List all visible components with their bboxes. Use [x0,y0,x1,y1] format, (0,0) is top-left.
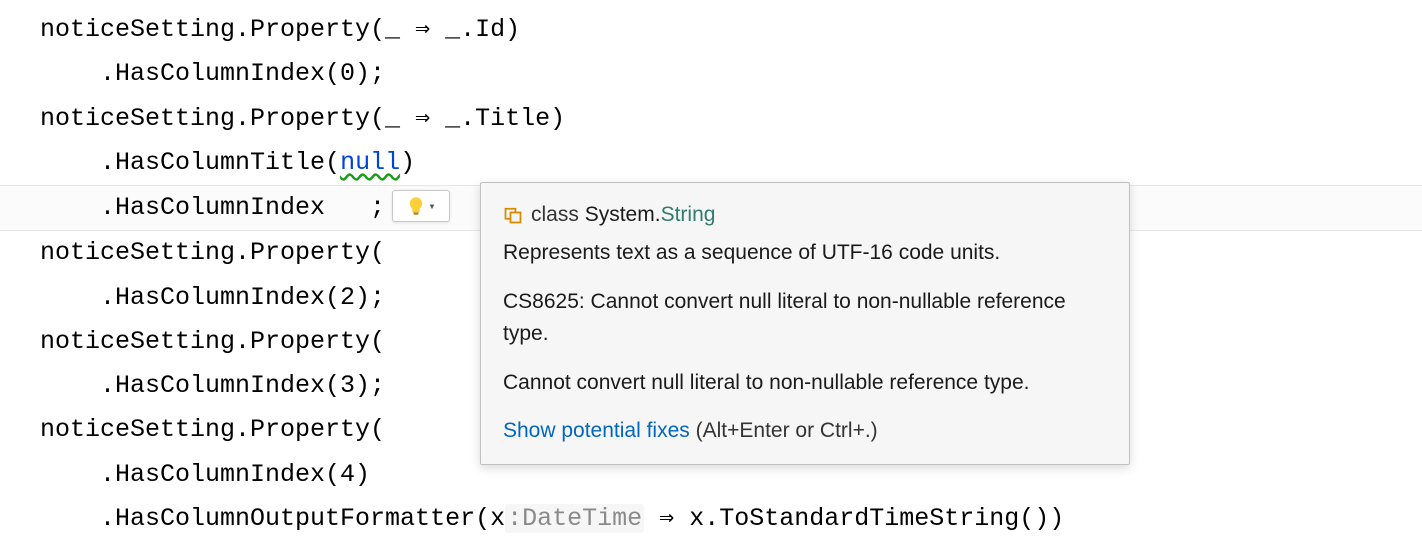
code-text: .HasColumnIndex(3); [40,371,385,400]
namespace-text: System. [585,203,661,226]
lambda-arrow: ⇒ [659,504,674,533]
code-text: noticeSetting.Property(_ [40,104,415,133]
quick-actions-lightbulb[interactable]: ▾ [392,190,450,222]
show-fixes-link[interactable]: Show potential fixes [503,419,690,442]
fixes-shortcut-hint: (Alt+Enter or Ctrl+.) [690,419,878,442]
code-text: _.Id) [430,15,520,44]
code-text: .HasColumnIndex(2); [40,283,385,312]
class-keyword: class [531,203,579,226]
code-editor[interactable]: noticeSetting.Property(_ ⇒ _.Id) .HasCol… [0,0,1422,547]
code-line[interactable]: noticeSetting.Property(_ ⇒ _.Id) [0,8,1422,52]
code-text: noticeSetting.Property( [40,415,385,444]
code-line[interactable]: .HasColumnOutputFormatter(x:DateTime ⇒ x… [0,497,1422,541]
tooltip-fixes-row: Show potential fixes (Alt+Enter or Ctrl+… [503,415,1107,447]
tooltip-header: class System.String [503,199,1107,231]
tooltip-error-code: CS8625: Cannot convert null literal to n… [503,286,1107,349]
code-line[interactable]: .HasColumnIndex(0); [0,52,1422,96]
code-text: noticeSetting.Property( [40,327,385,356]
code-text: _.Title) [430,104,565,133]
class-icon [503,205,523,225]
code-text: x.ToStandardTimeString()) [674,504,1064,533]
code-text: .HasColumnTitle( [40,148,340,177]
lightbulb-icon [406,196,426,216]
inline-type-hint: :DateTime [505,504,644,533]
type-name: String [661,203,716,226]
lambda-arrow: ⇒ [415,15,430,44]
tooltip-error-message: Cannot convert null literal to non-nulla… [503,367,1107,399]
code-line[interactable]: noticeSetting.Property(_ ⇒ _.Title) [0,97,1422,141]
code-text: ) [400,148,415,177]
code-text: .HasColumnIndex(0); [40,59,385,88]
chevron-down-icon: ▾ [428,199,435,214]
code-text: noticeSetting.Property(_ [40,15,415,44]
quick-info-tooltip: class System.String Represents text as a… [480,182,1130,465]
code-text: .HasColumnIndex(4) [40,460,370,489]
lambda-arrow: ⇒ [415,104,430,133]
tooltip-description: Represents text as a sequence of UTF-16 … [503,237,1107,269]
null-keyword[interactable]: null [340,148,400,177]
code-text: .HasColumnOutputFormatter(x [40,504,505,533]
code-text [644,504,659,533]
code-text: noticeSetting.Property( [40,238,385,267]
code-text: .HasColumnIndex ; [40,193,385,222]
code-line[interactable]: .HasColumnTitle(null) [0,141,1422,185]
